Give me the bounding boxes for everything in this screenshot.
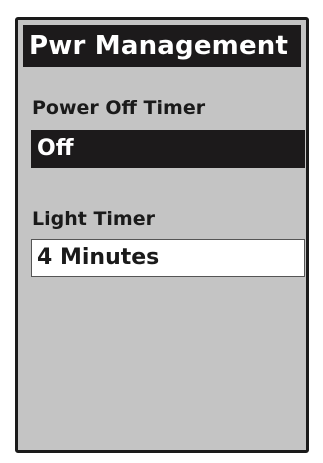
power-off-timer-field[interactable]: Off	[31, 130, 305, 168]
light-timer-label: Light Timer	[32, 208, 155, 230]
page-title: Pwr Management	[23, 25, 301, 67]
light-timer-field[interactable]: 4 Minutes	[31, 239, 305, 277]
device-screen: Pwr Management Power Off Timer Off Light…	[15, 17, 309, 453]
power-off-timer-label: Power Off Timer	[32, 97, 206, 119]
